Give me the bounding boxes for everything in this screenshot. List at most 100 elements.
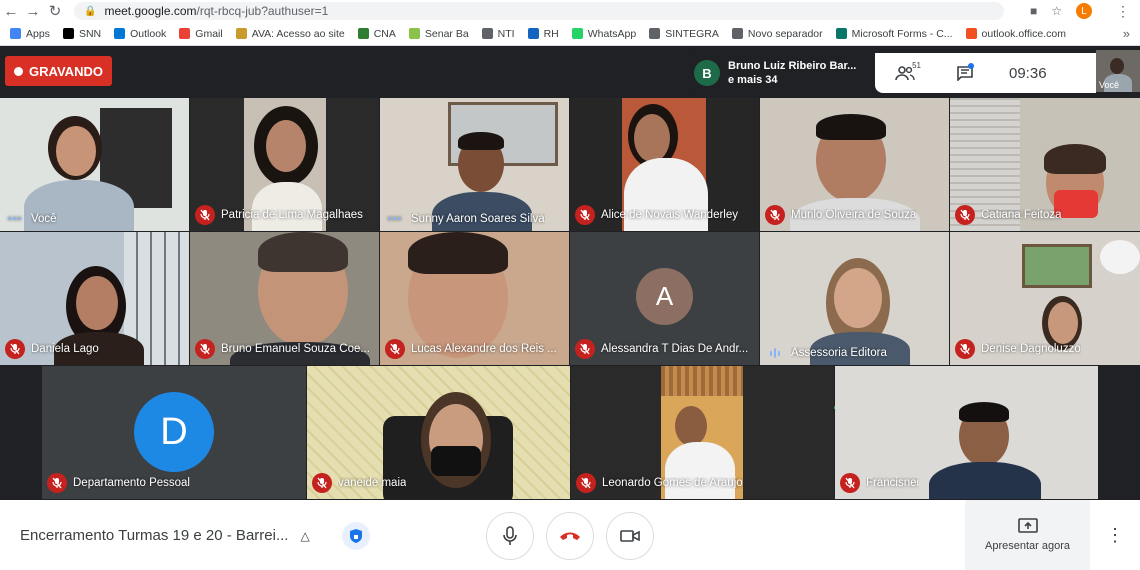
self-view-thumbnail[interactable]: Você	[1096, 50, 1140, 92]
bookmark-favicon-icon	[357, 28, 369, 39]
mic-off-icon	[47, 473, 67, 493]
bookmark-favicon-icon	[731, 28, 743, 39]
participant-avatar: A	[636, 268, 693, 325]
presenter-indicator[interactable]: B Bruno Luiz Ribeiro Bar... e mais 34	[688, 53, 874, 93]
participant-tile[interactable]: Lucas Alexandre dos Reis ...	[380, 232, 569, 365]
participant-name: Alice de Novais Wanderley	[601, 209, 738, 221]
bookmark-item[interactable]: SINTEGRA	[649, 28, 719, 40]
bookmark-label: Outlook	[130, 27, 167, 40]
participant-name: Murilo Oliveira de Souza	[791, 209, 917, 221]
mic-off-icon	[195, 339, 215, 359]
chat-button[interactable]	[935, 53, 995, 93]
browser-toolbar: ← → ↻ 🔒 meet.google.com /rqt-rbcq-jub?au…	[0, 0, 1140, 22]
bookmark-item[interactable]: Gmail	[179, 27, 223, 40]
recording-dot-icon	[14, 66, 24, 76]
roof	[661, 366, 743, 396]
bookmark-item[interactable]: AVA: Acesso ao site	[235, 28, 345, 40]
participant-tile[interactable]: Alice de Novais Wanderley	[570, 98, 759, 231]
presenter-avatar: B	[694, 60, 720, 86]
more-options-icon[interactable]: ⋮	[1105, 520, 1125, 550]
bookmark-label: outlook.office.com	[981, 27, 1066, 40]
meeting-title: Encerramento Turmas 19 e 20 - Barrei...	[20, 527, 289, 544]
bookmarks-overflow-icon[interactable]: »	[1123, 26, 1130, 41]
participant-name: Patricia de Lima Magalhaes	[221, 209, 363, 221]
participant-name: Lucas Alexandre dos Reis ...	[411, 343, 557, 355]
bookmark-favicon-icon	[114, 28, 126, 39]
participants-button[interactable]: 51	[875, 53, 935, 93]
back-icon[interactable]: ←	[0, 0, 22, 22]
address-bar[interactable]: 🔒 meet.google.com /rqt-rbcq-jub?authuser…	[74, 2, 1004, 20]
participant-tile[interactable]: Denise Dagnoluzzo	[950, 232, 1140, 365]
participant-name: Alessandra T Dias De Andr...	[601, 343, 749, 355]
participant-tile[interactable]: ••• Sunny Aaron Soares Silva	[380, 98, 569, 231]
participant-tile[interactable]: Bruno Emanuel Souza Coe...	[190, 232, 379, 365]
url-host: meet.google.com	[104, 4, 197, 18]
participant-name: vaneide maia	[338, 477, 407, 489]
bookmark-item[interactable]: RH	[527, 28, 559, 40]
forward-icon[interactable]: →	[22, 0, 44, 22]
bookmark-item[interactable]: Apps	[10, 28, 50, 40]
bookmark-favicon-icon	[481, 28, 493, 39]
meeting-details-toggle[interactable]: Encerramento Turmas 19 e 20 - Barrei... …	[20, 527, 310, 544]
microphone-icon	[503, 526, 517, 545]
self-view-label: Você	[1099, 80, 1120, 90]
participant-tile[interactable]: Assessoria Editora	[760, 232, 949, 365]
participant-tile[interactable]: Daniela Lago	[0, 232, 189, 365]
browser-menu-icon[interactable]: ⋮	[1116, 3, 1130, 20]
bookmark-item[interactable]: Outlook	[114, 28, 166, 40]
host-controls-button[interactable]	[342, 522, 370, 550]
bookmark-label: WhatsApp	[587, 27, 637, 40]
bookmark-item[interactable]: Senar Ba	[408, 28, 469, 40]
person-face	[1048, 302, 1078, 344]
leave-call-button[interactable]	[546, 512, 594, 560]
reload-icon[interactable]: ↻	[44, 0, 66, 22]
camera-blocked-icon[interactable]: ■	[1030, 4, 1037, 18]
participant-tile[interactable]: Catiana Feitoza	[950, 98, 1140, 231]
present-now-button[interactable]: Apresentar agora	[965, 500, 1090, 570]
participant-name: Denise Dagnoluzzo	[981, 343, 1081, 355]
bookmark-item[interactable]: Novo separador	[731, 28, 823, 40]
participant-tile[interactable]: Francisnei	[835, 366, 1098, 499]
participant-tile[interactable]: Leonardo Gomes de Araujo	[571, 366, 834, 499]
participant-tile[interactable]: vaneide maia	[307, 366, 570, 499]
participant-name: Assessoria Editora	[791, 347, 887, 359]
bookmark-item[interactable]: CNA	[357, 28, 396, 40]
person-face	[266, 120, 306, 172]
person-hair	[408, 232, 508, 274]
bookmark-item[interactable]: outlook.office.com	[965, 27, 1066, 40]
bookmark-item[interactable]: NTI	[481, 28, 515, 40]
profile-avatar[interactable]: L	[1076, 3, 1092, 19]
person-face	[634, 114, 670, 162]
microphone-button[interactable]	[486, 512, 534, 560]
participant-name: Sunny Aaron Soares Silva	[411, 213, 545, 225]
participant-tile[interactable]: A Alessandra T Dias De Andr...	[570, 232, 759, 365]
camera-icon	[620, 530, 640, 542]
participant-name: Leonardo Gomes de Araujo	[602, 477, 743, 489]
person-hair	[1044, 144, 1106, 174]
bookmark-item[interactable]: SNN	[62, 28, 101, 40]
participant-name: Departamento Pessoal	[73, 477, 190, 489]
bookmark-favicon-icon	[965, 28, 977, 39]
bookmark-label: Microsoft Forms - C...	[851, 27, 953, 40]
participant-tile[interactable]: Murilo Oliveira de Souza	[760, 98, 949, 231]
bookmark-item[interactable]: Microsoft Forms - C...	[835, 27, 953, 40]
mic-off-icon	[955, 339, 975, 359]
participant-tile[interactable]: ••• Você	[0, 98, 189, 231]
mic-off-icon	[955, 205, 975, 225]
bookmarks-bar: Apps SNN Outlook Gmail AVA: Acesso ao site CN…	[0, 22, 1140, 46]
present-now-label: Apresentar agora	[985, 540, 1070, 552]
mic-off-icon	[840, 473, 860, 493]
bookmark-label: SINTEGRA	[665, 27, 719, 40]
camera-button[interactable]	[606, 512, 654, 560]
bookmark-item[interactable]: WhatsApp	[571, 27, 637, 40]
speaking-icon	[765, 348, 785, 358]
bookmark-favicon-icon	[10, 28, 21, 39]
star-icon[interactable]: ☆	[1051, 4, 1062, 18]
person-face	[56, 126, 96, 176]
person-hair	[959, 402, 1009, 422]
mic-off-icon	[385, 339, 405, 359]
bookmark-label: Gmail	[195, 27, 223, 40]
participant-tile[interactable]: Patricia de Lima Magalhaes	[190, 98, 379, 231]
participant-tile[interactable]: D Departamento Pessoal	[42, 366, 306, 499]
bookmark-label: Apps	[26, 27, 50, 40]
